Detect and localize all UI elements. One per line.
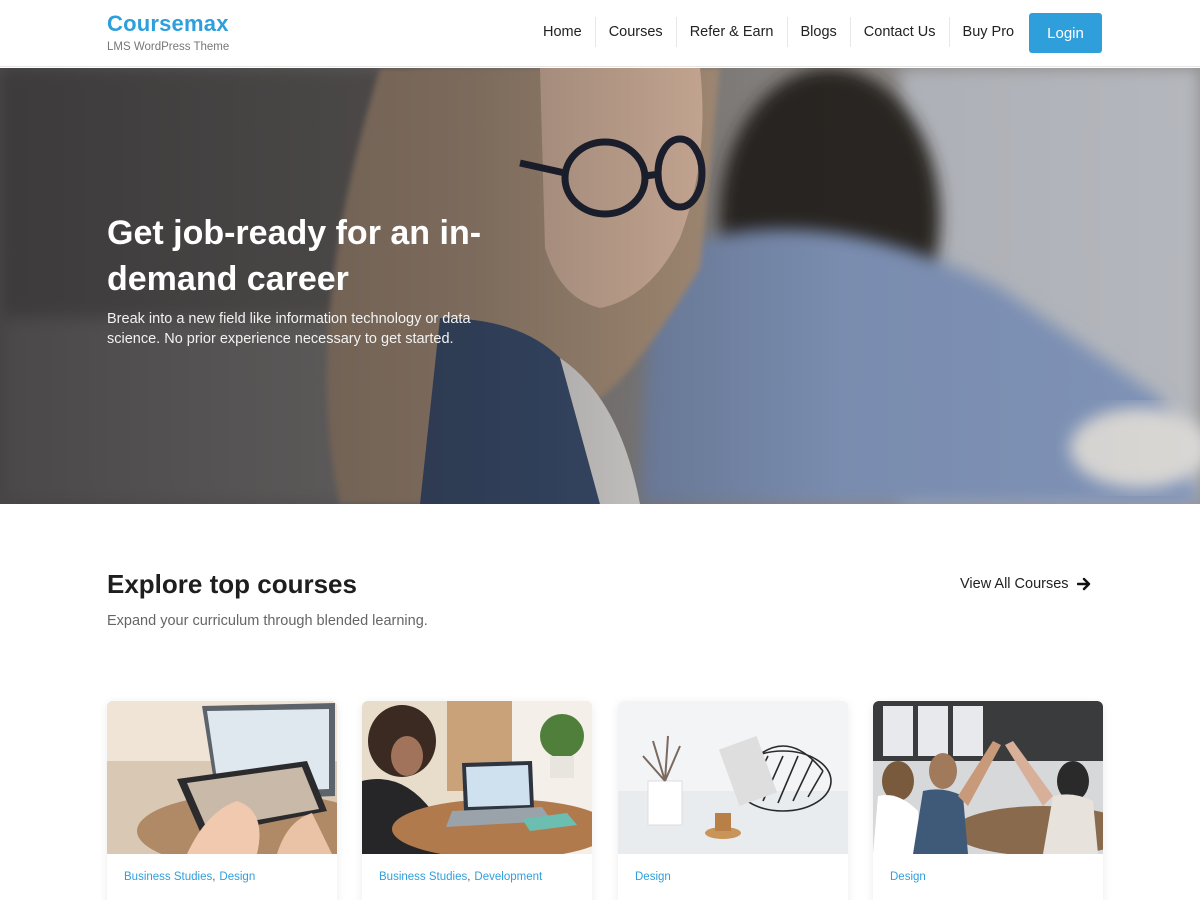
- nav-refer-earn[interactable]: Refer & Earn: [675, 17, 787, 47]
- course-card[interactable]: Business Studies, Design: [107, 701, 337, 900]
- login-button[interactable]: Login: [1029, 13, 1102, 53]
- site-header: Coursemax LMS WordPress Theme Home Cours…: [0, 0, 1200, 67]
- course-categories: Design: [635, 871, 671, 883]
- hero-banner: Get job-ready for an in-demand career Br…: [0, 68, 1200, 504]
- course-categories: Business Studies, Design: [124, 871, 255, 883]
- brand[interactable]: Coursemax LMS WordPress Theme: [107, 11, 229, 53]
- course-card[interactable]: Design: [618, 701, 848, 900]
- category-link[interactable]: Business Studies: [124, 871, 212, 883]
- site-title[interactable]: Coursemax: [107, 11, 229, 37]
- course-thumbnail: [618, 701, 848, 854]
- category-link[interactable]: Design: [635, 871, 671, 883]
- category-separator: ,: [212, 871, 216, 883]
- course-categories: Design: [890, 871, 926, 883]
- category-link[interactable]: Development: [474, 871, 542, 883]
- course-card[interactable]: Business Studies, Development: [362, 701, 592, 900]
- course-card[interactable]: Design: [873, 701, 1103, 900]
- nav-courses[interactable]: Courses: [594, 17, 676, 47]
- course-categories: Business Studies, Development: [379, 871, 542, 883]
- nav-blogs[interactable]: Blogs: [786, 17, 850, 47]
- nav-contact-us[interactable]: Contact Us: [849, 17, 949, 47]
- arrow-right-icon: [1076, 577, 1090, 591]
- course-thumbnail: [107, 701, 337, 854]
- view-all-courses-label: View All Courses: [960, 576, 1069, 592]
- category-link[interactable]: Business Studies: [379, 871, 467, 883]
- nav-home[interactable]: Home: [530, 17, 595, 47]
- course-thumbnail: [362, 701, 592, 854]
- hero-title: Get job-ready for an in-demand career: [107, 214, 482, 298]
- courses-section-subtitle: Expand your curriculum through blended l…: [107, 613, 428, 629]
- hero-subtitle: Break into a new field like information …: [107, 311, 471, 347]
- course-thumbnail: [873, 701, 1103, 854]
- category-separator: ,: [467, 871, 471, 883]
- category-link[interactable]: Design: [219, 871, 255, 883]
- courses-section-title: Explore top courses: [107, 569, 357, 599]
- main-nav: Home Courses Refer & Earn Blogs Contact …: [530, 17, 1027, 47]
- nav-buy-pro[interactable]: Buy Pro: [948, 17, 1028, 47]
- view-all-courses-link[interactable]: View All Courses: [960, 576, 1091, 592]
- category-link[interactable]: Design: [890, 871, 926, 883]
- site-tagline: LMS WordPress Theme: [107, 41, 230, 53]
